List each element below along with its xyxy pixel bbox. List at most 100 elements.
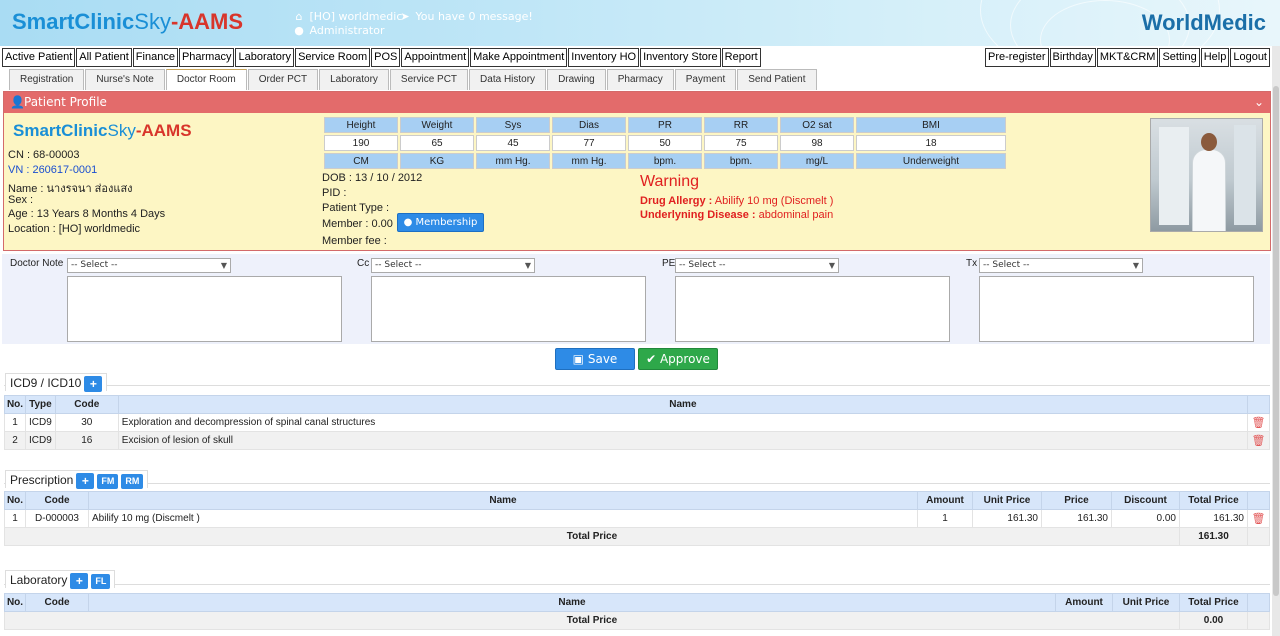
tab-payment[interactable]: Payment — [674, 69, 737, 90]
rm-button[interactable]: RM — [121, 473, 144, 489]
tab-registration[interactable]: Registration — [9, 69, 85, 90]
pe-select[interactable]: -- Select -- ▼ — [675, 258, 839, 273]
tab-order-pct[interactable]: Order PCT — [247, 69, 319, 90]
vital-units-height: CM — [324, 153, 398, 169]
vital-headers-height: Height — [324, 117, 398, 133]
vital-units-sys: mm Hg. — [476, 153, 550, 169]
icd-table: No. Type Code Name 1 ICD9 30 Exploration… — [4, 395, 1270, 450]
doctor-note-textarea[interactable] — [67, 276, 342, 342]
vital-values-rr: 75 — [704, 135, 778, 151]
patient-pid: PID : — [322, 187, 347, 199]
messages-link[interactable]: ➤ You have 0 message! — [398, 10, 532, 23]
tab-laboratory[interactable]: Laboratory — [319, 69, 389, 90]
vital-values-bmi: 18 — [856, 135, 1006, 151]
pe-textarea[interactable] — [675, 276, 950, 342]
fl-button[interactable]: FL — [91, 573, 111, 589]
menu-item-report[interactable]: Report — [721, 48, 761, 67]
patient-photo — [1150, 118, 1263, 232]
menu-item-appointment[interactable]: Appointment — [401, 48, 470, 67]
total-row: Total Price 161.30 — [4, 527, 1270, 546]
vital-headers-rr: RR — [704, 117, 778, 133]
tab-drawing[interactable]: Drawing — [547, 69, 606, 90]
menu-item-finance[interactable]: Finance — [132, 48, 178, 67]
scrollbar-thumb[interactable] — [1273, 86, 1279, 596]
vital-headers-o2-sat: O2 sat — [780, 117, 854, 133]
vital-units-pr: bpm. — [628, 153, 702, 169]
tx-textarea[interactable] — [979, 276, 1254, 342]
tab-doctor-room[interactable]: Doctor Room — [165, 69, 247, 90]
tab-pharmacy[interactable]: Pharmacy — [606, 69, 674, 90]
vital-units-dias: mm Hg. — [552, 153, 626, 169]
patient-profile-panel: 👤 Patient Profile ⌄ SmartClinicSky-AAMS … — [3, 91, 1271, 251]
user-icon: 👤 — [10, 95, 25, 109]
menu-item-inventory-ho[interactable]: Inventory HO — [568, 48, 640, 67]
patient-member: Member : 0.00 — [322, 218, 393, 230]
page-scrollbar[interactable] — [1272, 46, 1280, 636]
approve-button[interactable]: ✔ Approve — [638, 348, 718, 370]
menu-item-logout[interactable]: Logout — [1230, 48, 1270, 67]
vital-headers-weight: Weight — [400, 117, 474, 133]
vital-values-pr: 50 — [628, 135, 702, 151]
add-laboratory-button[interactable]: + — [70, 573, 89, 589]
patient-profile-header[interactable]: 👤 Patient Profile ⌄ — [4, 92, 1270, 113]
app-logo[interactable]: SmartClinicSky-AAMS — [12, 9, 243, 35]
vital-units-o2-sat: mg/L — [780, 153, 854, 169]
menu-item-setting[interactable]: Setting — [1159, 48, 1200, 67]
table-row[interactable]: 1 D-000003 Abilify 10 mg (Discmelt ) 1 1… — [4, 509, 1270, 528]
patient-vn[interactable]: VN : 260617-0001 — [8, 164, 97, 176]
underlying-disease: Underlyning Disease : abdominal pain — [640, 209, 834, 221]
pe-label: PE — [662, 258, 676, 269]
user-info: ● Administrator — [292, 24, 384, 37]
add-prescription-button[interactable]: + — [76, 473, 95, 489]
membership-button[interactable]: ● Membership — [397, 213, 484, 232]
cc-textarea[interactable] — [371, 276, 646, 342]
trash-icon[interactable]: 🗑 — [1247, 431, 1270, 450]
doctor-notes-panel: Doctor Note -- Select -- ▼ Cc -- Select -… — [2, 254, 1270, 344]
chevron-down-icon[interactable]: ⌄ — [1254, 92, 1264, 113]
tx-select[interactable]: -- Select -- ▼ — [979, 258, 1143, 273]
trash-icon[interactable]: 🗑 — [1247, 509, 1270, 528]
table-row[interactable]: 2 ICD9 16 Excision of lesion of skull 🗑 — [4, 431, 1270, 450]
menu-item-birthday[interactable]: Birthday — [1049, 48, 1096, 67]
menu-item-pos[interactable]: POS — [371, 48, 401, 67]
tab-service-pct[interactable]: Service PCT — [389, 69, 469, 90]
patient-type: Patient Type : — [322, 202, 390, 214]
patient-dob: DOB : 13 / 10 / 2012 — [322, 172, 423, 184]
vital-headers-sys: Sys — [476, 117, 550, 133]
add-icd-button[interactable]: + — [84, 376, 103, 392]
menu-item-pre-register[interactable]: Pre-register — [985, 48, 1049, 67]
vital-headers-pr: PR — [628, 117, 702, 133]
app-header: SmartClinicSky-AAMS ⌂ [HO] worldmedic ● … — [0, 0, 1280, 46]
vitals-table: Height Weight Sys Dias PR RR O2 sat BMI 190 65 45… — [322, 115, 1008, 171]
menu-item-active-patient[interactable]: Active Patient — [2, 48, 76, 67]
menu-item-pharmacy[interactable]: Pharmacy — [178, 48, 235, 67]
table-row[interactable]: 1 ICD9 30 Exploration and decompression … — [4, 413, 1270, 432]
patient-location: Location : [HO] worldmedic — [8, 223, 141, 235]
vital-units-bmi: Underweight — [856, 153, 1006, 169]
vital-headers-dias: Dias — [552, 117, 626, 133]
tab-send-patient[interactable]: Send Patient — [737, 69, 817, 90]
menu-item-all-patient[interactable]: All Patient — [76, 48, 132, 67]
patient-sex: Sex : — [8, 194, 34, 206]
trash-icon[interactable]: 🗑 — [1247, 413, 1270, 432]
save-button[interactable]: ▣ Save — [555, 348, 635, 370]
vital-units-rr: bpm. — [704, 153, 778, 169]
total-row: Total Price 0.00 — [4, 611, 1270, 630]
clinic-logo: SmartClinicSky-AAMS — [13, 121, 192, 140]
menu-item-mkt-crm[interactable]: MKT&CRM — [1096, 48, 1159, 67]
doctor-note-label: Doctor Note — [10, 258, 64, 269]
tab-data-history[interactable]: Data History — [469, 69, 547, 90]
menu-item-laboratory[interactable]: Laboratory — [235, 48, 295, 67]
menu-item-make-appointment[interactable]: Make Appointment — [470, 48, 568, 67]
menu-item-inventory-store[interactable]: Inventory Store — [640, 48, 721, 67]
tab-nurse-s-note[interactable]: Nurse's Note — [85, 69, 165, 90]
cc-select[interactable]: -- Select -- ▼ — [371, 258, 535, 273]
fm-button[interactable]: FM — [97, 473, 119, 489]
menu-item-service-room[interactable]: Service Room — [295, 48, 371, 67]
doctor-note-select[interactable]: -- Select -- ▼ — [67, 258, 231, 273]
vital-units-weight: KG — [400, 153, 474, 169]
menu-item-help[interactable]: Help — [1200, 48, 1230, 67]
laboratory-table: No. Code Name Amount Unit Price Total Pr… — [4, 593, 1270, 630]
panel-title: Patient Profile — [24, 95, 107, 109]
vital-values-o2-sat: 98 — [780, 135, 854, 151]
